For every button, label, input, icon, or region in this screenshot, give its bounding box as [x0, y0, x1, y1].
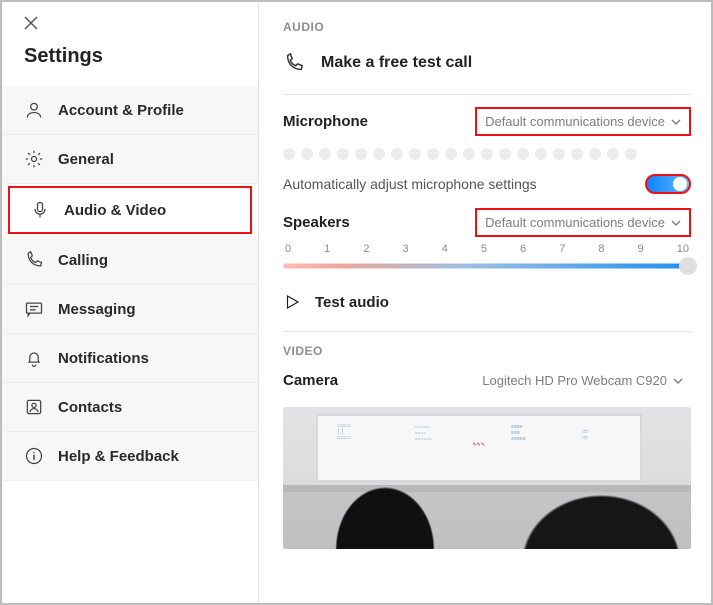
camera-row: Camera Logitech HD Pro Webcam C920	[283, 368, 691, 393]
sidebar-item-label: Contacts	[58, 399, 122, 416]
divider	[283, 94, 691, 95]
camera-label: Camera	[283, 372, 338, 389]
video-section-label: VIDEO	[283, 344, 691, 358]
speakers-dropdown[interactable]: Default communications device	[475, 208, 691, 237]
sidebar-item-label: Account & Profile	[58, 102, 184, 119]
gear-icon	[24, 149, 44, 169]
sidebar: Settings Account & Profile General Audio…	[2, 2, 259, 603]
camera-dropdown[interactable]: Logitech HD Pro Webcam C920	[474, 368, 691, 393]
sidebar-item-contacts[interactable]: Contacts	[2, 383, 258, 432]
microphone-selected: Default communications device	[485, 114, 665, 129]
sidebar-item-label: Audio & Video	[64, 202, 166, 219]
sidebar-item-messaging[interactable]: Messaging	[2, 285, 258, 334]
sidebar-item-label: Messaging	[58, 301, 136, 318]
sidebar-item-label: General	[58, 151, 114, 168]
auto-adjust-label: Automatically adjust microphone settings	[283, 176, 537, 192]
divider	[283, 331, 691, 332]
sidebar-nav: Account & Profile General Audio & Video …	[2, 86, 258, 481]
sidebar-item-label: Calling	[58, 252, 108, 269]
audio-section-label: AUDIO	[283, 20, 691, 34]
microphone-row: Microphone Default communications device	[283, 107, 691, 136]
microphone-icon	[30, 200, 50, 220]
test-audio-label: Test audio	[315, 294, 389, 311]
sidebar-item-account-profile[interactable]: Account & Profile	[2, 86, 258, 135]
speaker-volume-slider-wrap: 012345678910	[283, 243, 691, 273]
speaker-volume-slider[interactable]	[283, 259, 691, 273]
bell-icon	[24, 348, 44, 368]
message-icon	[24, 299, 44, 319]
play-icon	[283, 293, 301, 311]
sidebar-item-calling[interactable]: Calling	[2, 236, 258, 285]
speakers-row: Speakers Default communications device	[283, 208, 691, 237]
person-icon	[24, 100, 44, 120]
info-icon	[24, 446, 44, 466]
sidebar-item-general[interactable]: General	[2, 135, 258, 184]
phone-outline-icon	[283, 52, 305, 74]
microphone-dropdown[interactable]: Default communications device	[475, 107, 691, 136]
toggle-knob	[673, 177, 687, 191]
whiteboard-graphic: ▭▭▭│ │▭▭▭ ~~~~~~~~~~~~~~~ ✎✎✎ ≡≡≡≡≡≡≡≡≡≡…	[316, 414, 642, 482]
test-call-label: Make a free test call	[321, 54, 472, 72]
microphone-level-dots	[283, 148, 691, 160]
make-test-call-button[interactable]: Make a free test call	[283, 44, 691, 82]
chevron-down-icon	[671, 218, 681, 228]
auto-adjust-toggle[interactable]	[645, 174, 691, 194]
camera-preview: ▭▭▭│ │▭▭▭ ~~~~~~~~~~~~~~~ ✎✎✎ ≡≡≡≡≡≡≡≡≡≡…	[283, 407, 691, 549]
speakers-label: Speakers	[283, 214, 350, 231]
microphone-label: Microphone	[283, 113, 368, 130]
chevron-down-icon	[673, 376, 683, 386]
close-icon[interactable]	[24, 16, 38, 30]
camera-selected: Logitech HD Pro Webcam C920	[482, 373, 667, 388]
sidebar-item-audio-video[interactable]: Audio & Video	[8, 186, 252, 234]
slider-thumb[interactable]	[679, 257, 697, 275]
sidebar-item-label: Help & Feedback	[58, 448, 179, 465]
page-title: Settings	[2, 45, 258, 86]
video-section: VIDEO Camera Logitech HD Pro Webcam C920…	[283, 344, 691, 549]
sidebar-item-label: Notifications	[58, 350, 149, 367]
speaker-volume-ticks: 012345678910	[283, 243, 691, 255]
test-audio-button[interactable]: Test audio	[283, 293, 691, 311]
sidebar-item-notifications[interactable]: Notifications	[2, 334, 258, 383]
auto-adjust-row: Automatically adjust microphone settings	[283, 174, 691, 194]
settings-dialog: Settings Account & Profile General Audio…	[0, 0, 713, 605]
speakers-selected: Default communications device	[485, 215, 665, 230]
contacts-icon	[24, 397, 44, 417]
settings-panel-audio-video: AUDIO Make a free test call Microphone D…	[259, 2, 711, 603]
sidebar-item-help-feedback[interactable]: Help & Feedback	[2, 432, 258, 481]
slider-track	[283, 264, 691, 269]
phone-icon	[24, 250, 44, 270]
chevron-down-icon	[671, 117, 681, 127]
